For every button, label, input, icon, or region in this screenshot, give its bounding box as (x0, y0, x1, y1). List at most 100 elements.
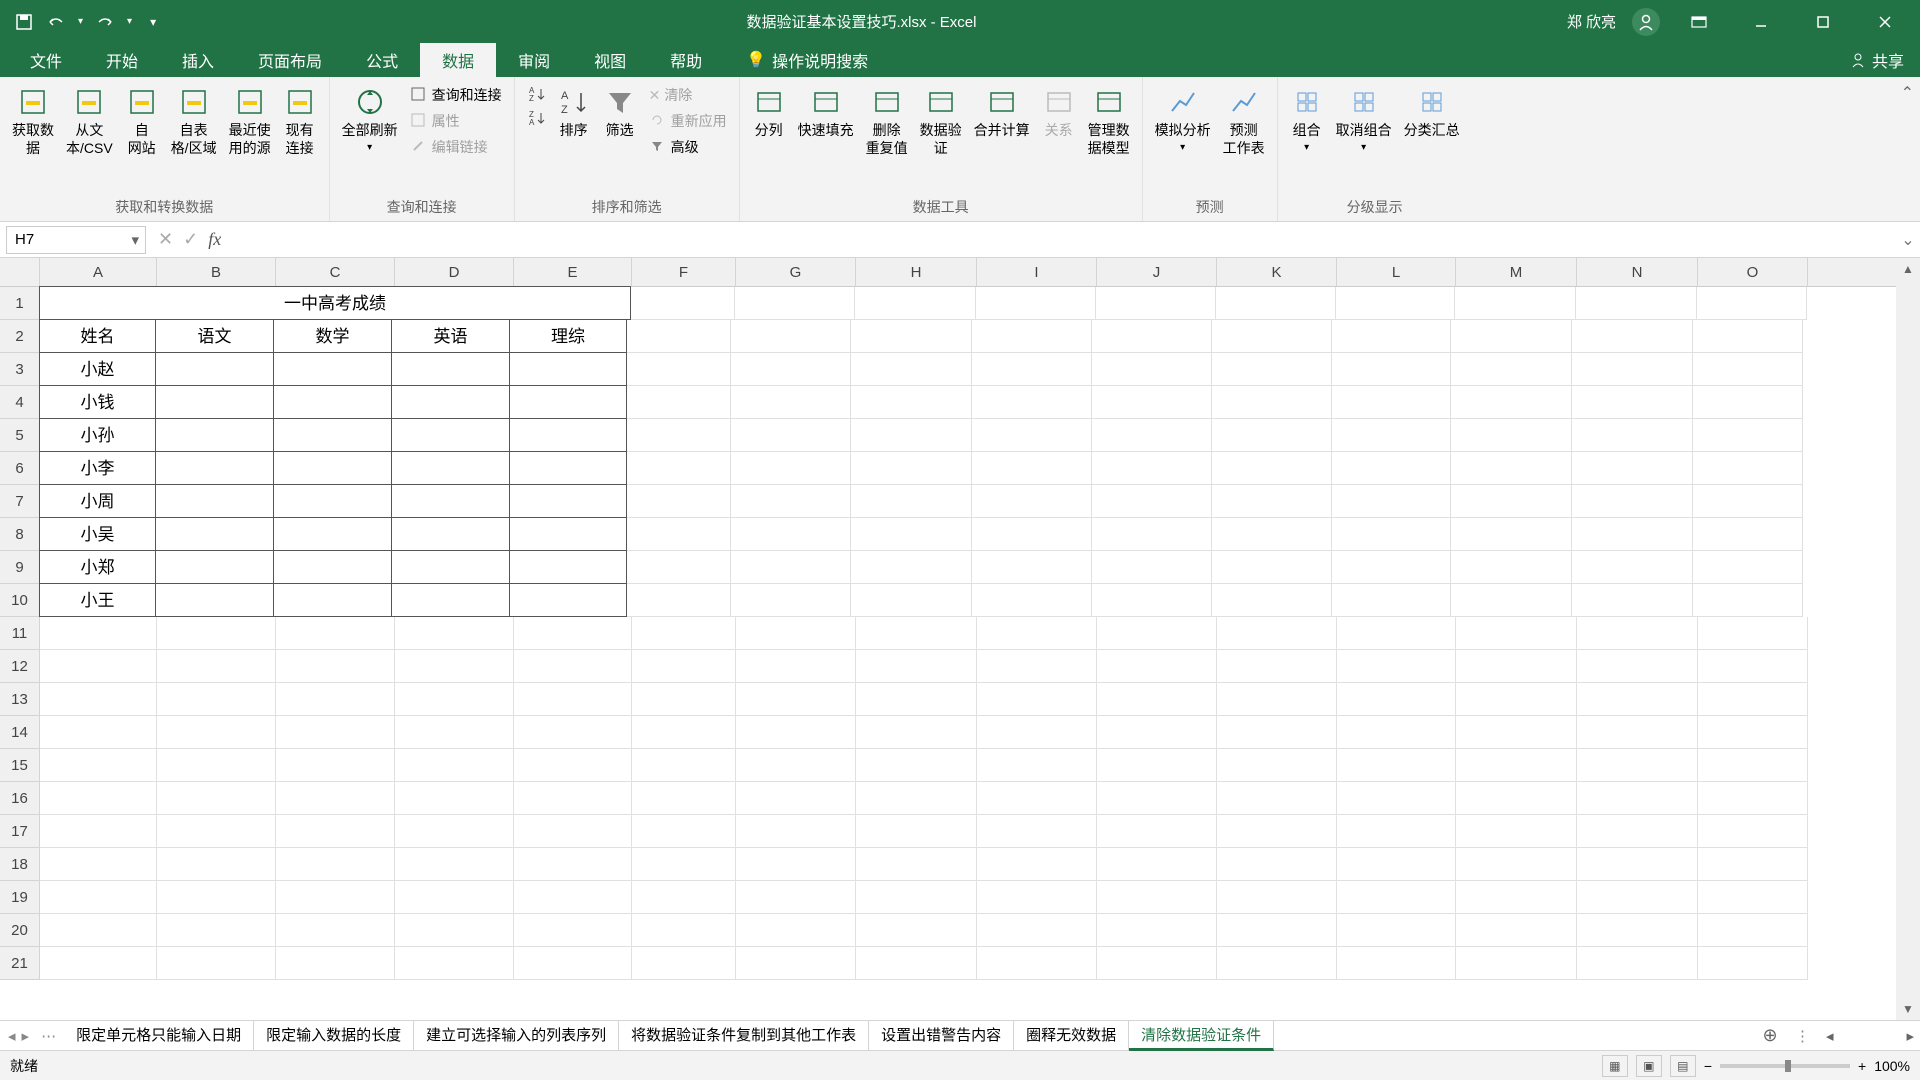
cell-F19[interactable] (632, 881, 736, 914)
expand-formula-bar[interactable]: ⌄ (1896, 230, 1920, 250)
zoom-slider[interactable] (1720, 1064, 1850, 1068)
cell-D4[interactable] (391, 385, 510, 419)
cell-C14[interactable] (276, 716, 395, 749)
ribbon-tab-5[interactable]: 数据 (420, 43, 496, 77)
cell-B13[interactable] (157, 683, 276, 716)
fx-icon[interactable]: fx (208, 229, 221, 250)
cell-K11[interactable] (1217, 617, 1337, 650)
row-header-9[interactable]: 9 (0, 551, 39, 584)
cell-K2[interactable] (1212, 320, 1332, 353)
get-data-btn-2[interactable]: 自网站 (121, 83, 163, 159)
cell-D3[interactable] (391, 352, 510, 386)
cell-O17[interactable] (1698, 815, 1808, 848)
ribbon-tab-1[interactable]: 开始 (84, 43, 160, 77)
cell-L11[interactable] (1337, 617, 1456, 650)
cell-C4[interactable] (273, 385, 392, 419)
ribbon-display-options[interactable] (1676, 0, 1722, 43)
cell-B14[interactable] (157, 716, 276, 749)
cell-L21[interactable] (1337, 947, 1456, 980)
col-header-K[interactable]: K (1217, 258, 1337, 286)
cell-J6[interactable] (1092, 452, 1212, 485)
cell-H5[interactable] (851, 419, 972, 452)
cell-M12[interactable] (1456, 650, 1577, 683)
cell-L16[interactable] (1337, 782, 1456, 815)
cell-D19[interactable] (395, 881, 514, 914)
ribbon-tab-4[interactable]: 公式 (344, 43, 420, 77)
row-header-1[interactable]: 1 (0, 287, 39, 320)
row-header-8[interactable]: 8 (0, 518, 39, 551)
cell-N6[interactable] (1572, 452, 1693, 485)
cell-I2[interactable] (972, 320, 1092, 353)
chevron-down-icon[interactable]: ▾ (131, 231, 139, 249)
cell-N20[interactable] (1577, 914, 1698, 947)
cell-N13[interactable] (1577, 683, 1698, 716)
cell-H9[interactable] (851, 551, 972, 584)
cell-I11[interactable] (977, 617, 1097, 650)
cell-I3[interactable] (972, 353, 1092, 386)
cell-C7[interactable] (273, 484, 392, 518)
cell-A5[interactable]: 小孙 (39, 418, 156, 452)
cell-C6[interactable] (273, 451, 392, 485)
cell-G16[interactable] (736, 782, 856, 815)
row-header-16[interactable]: 16 (0, 782, 39, 815)
cell-D5[interactable] (391, 418, 510, 452)
cell-E10[interactable] (509, 583, 627, 617)
cell-H3[interactable] (851, 353, 972, 386)
cell-C11[interactable] (276, 617, 395, 650)
cell-L9[interactable] (1332, 551, 1451, 584)
cell-O12[interactable] (1698, 650, 1808, 683)
forecast-btn-0[interactable]: 模拟分析▾ (1151, 83, 1215, 156)
cell-G19[interactable] (736, 881, 856, 914)
cell-N15[interactable] (1577, 749, 1698, 782)
cell-B3[interactable] (155, 352, 274, 386)
get-data-btn-3[interactable]: 自表格/区域 (167, 83, 221, 159)
cell-C13[interactable] (276, 683, 395, 716)
cell-D7[interactable] (391, 484, 510, 518)
cell-B21[interactable] (157, 947, 276, 980)
cell-J3[interactable] (1092, 353, 1212, 386)
get-data-btn-5[interactable]: 现有连接 (279, 83, 321, 159)
col-header-H[interactable]: H (856, 258, 977, 286)
cell-N9[interactable] (1572, 551, 1693, 584)
cell-E12[interactable] (514, 650, 632, 683)
cell-G12[interactable] (736, 650, 856, 683)
cell-M4[interactable] (1451, 386, 1572, 419)
cell-O20[interactable] (1698, 914, 1808, 947)
cell-G20[interactable] (736, 914, 856, 947)
cell-G14[interactable] (736, 716, 856, 749)
minimize-button[interactable] (1738, 0, 1784, 43)
cell-D11[interactable] (395, 617, 514, 650)
cell-M16[interactable] (1456, 782, 1577, 815)
cell-K5[interactable] (1212, 419, 1332, 452)
cell-I10[interactable] (972, 584, 1092, 617)
col-header-I[interactable]: I (977, 258, 1097, 286)
cell-J5[interactable] (1092, 419, 1212, 452)
col-header-E[interactable]: E (514, 258, 632, 286)
cell-I18[interactable] (977, 848, 1097, 881)
cell-B19[interactable] (157, 881, 276, 914)
cell-O21[interactable] (1698, 947, 1808, 980)
cell-M1[interactable] (1455, 287, 1576, 320)
cell-C8[interactable] (273, 517, 392, 551)
cell-J17[interactable] (1097, 815, 1217, 848)
cell-I15[interactable] (977, 749, 1097, 782)
cell-C19[interactable] (276, 881, 395, 914)
col-header-D[interactable]: D (395, 258, 514, 286)
cell-K3[interactable] (1212, 353, 1332, 386)
cell-A19[interactable] (40, 881, 157, 914)
horizontal-scrollbar[interactable]: ◂▸ (1820, 1027, 1920, 1045)
zoom-in-button[interactable]: + (1858, 1058, 1866, 1074)
cell-E8[interactable] (509, 517, 627, 551)
cell-I13[interactable] (977, 683, 1097, 716)
name-box[interactable]: H7▾ (6, 226, 146, 254)
cell-D20[interactable] (395, 914, 514, 947)
cell-L17[interactable] (1337, 815, 1456, 848)
cell-O6[interactable] (1693, 452, 1803, 485)
cell-H14[interactable] (856, 716, 977, 749)
cell-I19[interactable] (977, 881, 1097, 914)
cell-B11[interactable] (157, 617, 276, 650)
sheet-tab-0[interactable]: 限定单元格只能输入日期 (64, 1021, 254, 1051)
sheet-tab-6[interactable]: 清除数据验证条件 (1129, 1021, 1274, 1051)
cell-J11[interactable] (1097, 617, 1217, 650)
cell-F17[interactable] (632, 815, 736, 848)
